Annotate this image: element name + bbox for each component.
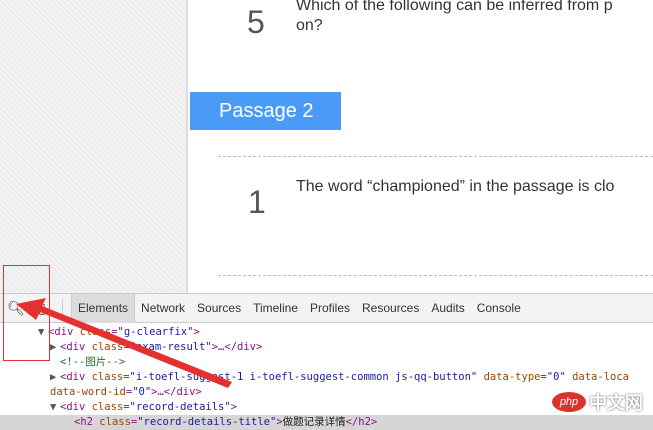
question-number: 5 [247,4,265,40]
tree-node[interactable]: ▼ <div class="g-clearfix"> [0,325,653,340]
tag: <div [60,401,92,413]
passage-label: Passage 2 [190,92,341,130]
tag: </h2> [345,416,378,428]
devtools-toolbar: 🔍︎ ▯ Elements Network Sources Timeline P… [0,293,653,323]
attr: data-type [483,371,541,383]
value: "record-details-title" [137,416,277,428]
tab-audits[interactable]: Audits [425,294,470,323]
value: "i-toefl-suggest-1 i-toefl-suggest-commo… [129,371,478,383]
value: "g-clearfix" [117,326,194,338]
divider [218,156,653,157]
page-content: 5 Which of the following can be inferred… [190,0,653,293]
tab-console[interactable]: Console [471,294,527,323]
attr: class [91,341,124,353]
separator [62,299,63,317]
tab-sources[interactable]: Sources [191,294,247,323]
attr: class [99,416,131,428]
tab-profiles[interactable]: Profiles [304,294,356,323]
tree-node[interactable]: ▶ <div class="exam-result">…</div> [0,340,653,355]
attr: class [91,371,124,383]
watermark-text: 中文网 [589,393,643,413]
watermark: php 中文网 [552,389,643,415]
tab-elements[interactable]: Elements [71,293,136,323]
tree-node-selected[interactable]: <h2 class="record-details-title">做题记录详情<… [0,415,653,430]
watermark-logo: php [552,392,586,412]
value: "record-details" [129,401,231,413]
attr: data-loca [572,371,629,383]
question-text-line: Which of the following can be inferred f… [296,0,613,14]
comment: <!--图片--> [60,356,126,368]
collapsed-triangle-icon[interactable]: ▶ [50,340,60,355]
question-text[interactable]: The word “championed” in the passage is … [296,177,614,197]
expanded-triangle-icon[interactable]: ▼ [50,400,60,415]
attr: class [91,401,124,413]
tab-resources[interactable]: Resources [356,294,425,323]
left-gutter [0,0,188,293]
tag: >…</div> [151,386,202,398]
question-text-line: on? [296,17,323,34]
tab-timeline[interactable]: Timeline [247,294,304,323]
value: "0" [546,371,566,383]
divider [218,275,653,276]
tree-node[interactable]: ▶ <div class="i-toefl-suggest-1 i-toefl-s… [0,370,653,385]
text-node: 做题记录详情 [282,416,346,428]
collapsed-triangle-icon[interactable]: ▶ [50,370,60,385]
question-text[interactable]: Which of the following can be inferred f… [296,0,613,36]
attr: data-word-id [50,386,126,398]
value: "exam-result" [129,341,212,353]
tab-network[interactable]: Network [135,294,191,323]
value: "0" [132,386,152,398]
tag: <div [48,326,80,338]
attr: class [79,326,112,338]
question-number: 1 [248,184,266,220]
tag: <div [60,371,92,383]
highlight-box [3,265,50,361]
tag: >…</div> [211,341,263,353]
tag: > [193,326,200,338]
tree-node[interactable]: <!--图片--> [0,355,653,370]
tag: <div [60,341,92,353]
